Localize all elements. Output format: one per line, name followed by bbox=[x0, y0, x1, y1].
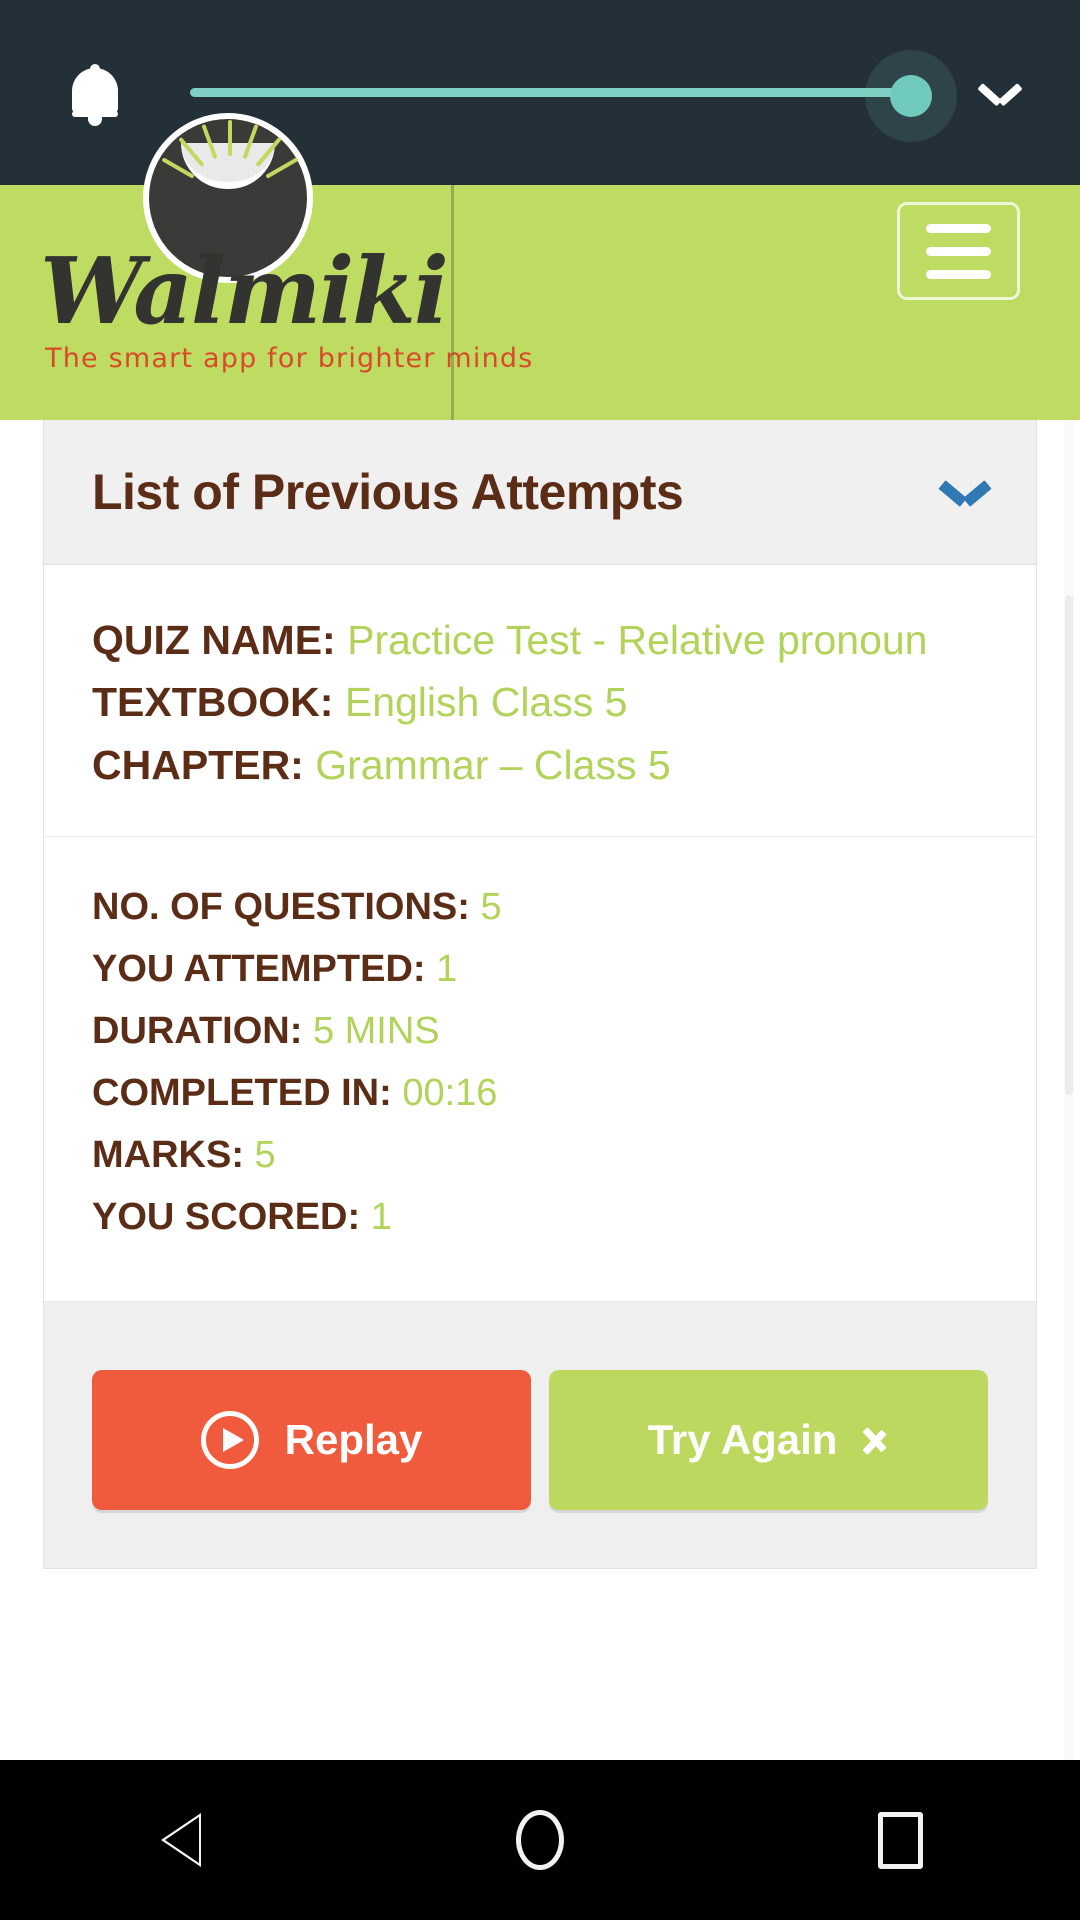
header-divider bbox=[451, 185, 454, 420]
chapter-row: CHAPTER: Grammar – Class 5 bbox=[92, 734, 988, 796]
hamburger-menu-icon[interactable] bbox=[897, 202, 1020, 300]
try-again-button[interactable]: Try Again bbox=[549, 1369, 988, 1510]
logo-tagline: The smart app for brighter minds bbox=[45, 343, 534, 374]
no-of-questions-value: 5 bbox=[480, 885, 502, 928]
textbook-row: TEXTBOOK: English Class 5 bbox=[92, 671, 988, 733]
previous-attempts-card: List of Previous Attempts QUIZ NAME: Pra… bbox=[43, 420, 1037, 1569]
card-actions-footer: Replay Try Again bbox=[44, 1301, 1036, 1568]
volume-slider-track[interactable] bbox=[190, 88, 910, 97]
chevron-down-icon[interactable] bbox=[942, 477, 988, 507]
chapter-label: CHAPTER: bbox=[92, 741, 304, 788]
chevron-right-icon bbox=[863, 1417, 889, 1463]
nav-recents-button[interactable] bbox=[800, 1760, 1000, 1920]
stat-row: NO. OF QUESTIONS: 5 bbox=[92, 877, 988, 939]
you-scored-label: YOU SCORED: bbox=[92, 1195, 361, 1238]
back-triangle-icon bbox=[158, 1810, 202, 1870]
volume-slider[interactable] bbox=[190, 0, 1080, 185]
notification-bell-icon bbox=[72, 63, 118, 126]
android-navigation-bar bbox=[0, 1760, 1080, 1920]
completed-in-label: COMPLETED IN: bbox=[92, 1071, 392, 1114]
app-logo[interactable]: Walmiki The smart app for brighter minds bbox=[0, 113, 532, 420]
stat-row: YOU ATTEMPTED: 1 bbox=[92, 939, 988, 1001]
textbook-label: TEXTBOOK: bbox=[92, 679, 334, 726]
you-attempted-value: 1 bbox=[436, 947, 458, 990]
play-circle-icon bbox=[200, 1410, 259, 1469]
app-screen: Walmiki The smart app for brighter minds… bbox=[0, 0, 1080, 1920]
page-title: List of Previous Attempts bbox=[92, 464, 684, 520]
quiz-name-label: QUIZ NAME: bbox=[92, 617, 336, 663]
nav-home-button[interactable] bbox=[440, 1760, 640, 1920]
stat-row: COMPLETED IN: 00:16 bbox=[92, 1063, 988, 1125]
logo-wordmark: Walmiki bbox=[40, 237, 449, 345]
scrollbar-thumb[interactable] bbox=[1065, 595, 1073, 1095]
duration-label: DURATION: bbox=[92, 1009, 303, 1052]
quiz-info-section: QUIZ NAME: Practice Test - Relative pron… bbox=[44, 565, 1036, 837]
brand-header: Walmiki The smart app for brighter minds bbox=[0, 113, 1080, 420]
you-scored-value: 1 bbox=[370, 1195, 392, 1238]
home-circle-icon bbox=[516, 1810, 564, 1870]
quiz-stats-section: NO. OF QUESTIONS: 5 YOU ATTEMPTED: 1 DUR… bbox=[44, 836, 1036, 1302]
no-of-questions-label: NO. OF QUESTIONS: bbox=[92, 885, 470, 928]
quiz-name-row: QUIZ NAME: Practice Test - Relative pron… bbox=[92, 609, 988, 671]
chevron-down-icon[interactable] bbox=[980, 78, 1020, 104]
you-attempted-label: YOU ATTEMPTED: bbox=[92, 947, 426, 990]
previous-attempts-header[interactable]: List of Previous Attempts bbox=[44, 420, 1036, 565]
stat-row: DURATION: 5 MINS bbox=[92, 1001, 988, 1063]
volume-slider-thumb[interactable] bbox=[890, 75, 932, 117]
stat-row: YOU SCORED: 1 bbox=[92, 1187, 988, 1249]
try-again-button-label: Try Again bbox=[647, 1415, 838, 1463]
content-area: List of Previous Attempts QUIZ NAME: Pra… bbox=[0, 420, 1080, 1760]
quiz-name-value: Practice Test - Relative pronoun bbox=[347, 617, 928, 663]
textbook-value: English Class 5 bbox=[344, 679, 628, 726]
replay-button[interactable]: Replay bbox=[92, 1369, 531, 1510]
duration-value: 5 MINS bbox=[312, 1009, 440, 1052]
nav-back-button[interactable] bbox=[80, 1760, 280, 1920]
marks-label: MARKS: bbox=[92, 1133, 244, 1176]
recents-square-icon bbox=[877, 1811, 923, 1869]
replay-button-label: Replay bbox=[284, 1415, 423, 1463]
chapter-value: Grammar – Class 5 bbox=[315, 741, 671, 788]
stat-row: MARKS: 5 bbox=[92, 1125, 988, 1187]
completed-in-value: 00:16 bbox=[402, 1071, 498, 1114]
marks-value: 5 bbox=[254, 1133, 276, 1176]
